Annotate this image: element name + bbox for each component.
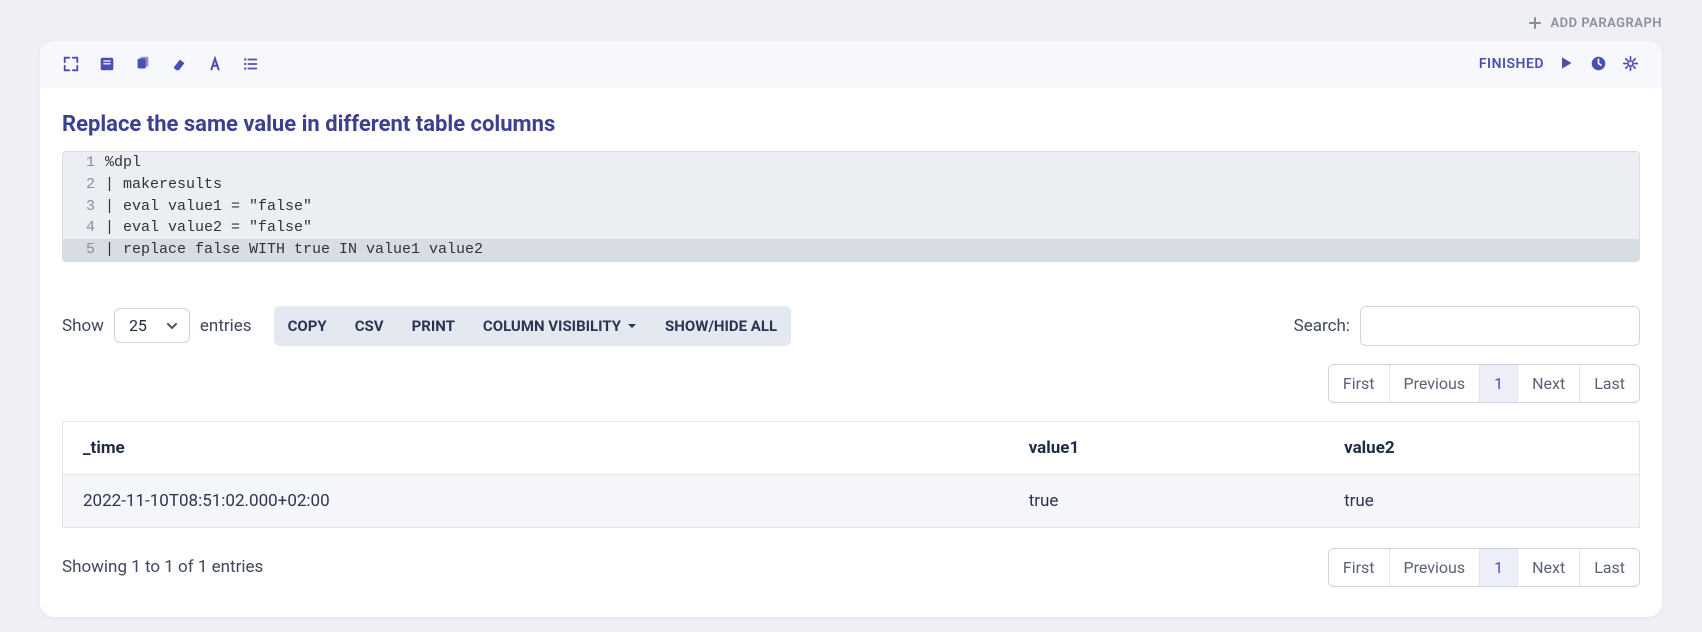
table-row: 2022-11-10T08:51:02.000+02:00 true true (63, 474, 1640, 527)
page-size-value: 25 (129, 316, 147, 335)
cell-value1: true (1009, 474, 1324, 527)
run-icon[interactable] (1558, 55, 1576, 73)
page-first[interactable]: First (1329, 549, 1389, 586)
col-value2[interactable]: value2 (1324, 421, 1639, 474)
copy-icon[interactable] (134, 55, 152, 73)
code-line: | makeresults (103, 174, 222, 196)
code-line: %dpl (103, 152, 141, 174)
page-prev[interactable]: Previous (1389, 365, 1480, 402)
caret-down-icon (627, 321, 637, 331)
page-size-select[interactable]: 25 (114, 308, 190, 343)
font-icon[interactable] (206, 55, 224, 73)
cell-value2: true (1324, 474, 1639, 527)
card-toolbar: FINISHED (40, 41, 1662, 88)
show-label: Show (62, 316, 104, 336)
print-button[interactable]: PRINT (398, 306, 469, 346)
code-line: | eval value1 = "false" (103, 196, 312, 218)
column-visibility-button[interactable]: COLUMN VISIBILITY (469, 306, 651, 346)
show-hide-all-button[interactable]: SHOW/HIDE ALL (651, 306, 791, 346)
clock-icon[interactable] (1590, 55, 1608, 73)
col-value1[interactable]: value1 (1009, 421, 1324, 474)
eraser-icon[interactable] (170, 55, 188, 73)
page-last[interactable]: Last (1579, 549, 1639, 586)
col-time[interactable]: _time (63, 421, 1009, 474)
page-number[interactable]: 1 (1479, 549, 1517, 586)
page-first[interactable]: First (1329, 365, 1389, 402)
page-number[interactable]: 1 (1479, 365, 1517, 402)
entries-label: entries (200, 316, 252, 336)
page-next[interactable]: Next (1517, 365, 1579, 402)
cell-title: Replace the same value in different tabl… (62, 112, 1640, 137)
page-prev[interactable]: Previous (1389, 549, 1480, 586)
page-next[interactable]: Next (1517, 549, 1579, 586)
results-table: _time value1 value2 2022-11-10T08:51:02.… (62, 421, 1640, 528)
table-header-row: _time value1 value2 (63, 421, 1640, 474)
pagination-top: First Previous 1 Next Last (1328, 364, 1640, 403)
add-paragraph-label: ADD PARAGRAPH (1550, 16, 1662, 31)
search-input[interactable] (1360, 306, 1640, 346)
csv-button[interactable]: CSV (341, 306, 398, 346)
chevron-down-icon (165, 319, 179, 333)
cell-time: 2022-11-10T08:51:02.000+02:00 (63, 474, 1009, 527)
list-icon[interactable] (242, 55, 260, 73)
code-line: | eval value2 = "false" (103, 217, 312, 239)
export-button-group: COPY CSV PRINT COLUMN VISIBILITY SHOW/HI… (274, 306, 792, 346)
add-paragraph-button[interactable]: ADD PARAGRAPH (40, 12, 1662, 41)
copy-button[interactable]: COPY (274, 306, 341, 346)
search-label: Search: (1294, 316, 1350, 336)
pagination-bottom: First Previous 1 Next Last (1328, 548, 1640, 587)
gear-icon[interactable] (1622, 55, 1640, 73)
book-icon[interactable] (98, 55, 116, 73)
expand-icon[interactable] (62, 55, 80, 73)
page-last[interactable]: Last (1579, 365, 1639, 402)
code-editor[interactable]: 1%dpl 2| makeresults 3| eval value1 = "f… (62, 151, 1640, 262)
code-line: | replace false WITH true IN value1 valu… (103, 239, 483, 261)
paragraph-status: FINISHED (1479, 56, 1544, 72)
plus-icon (1529, 17, 1541, 29)
paragraph-card: FINISHED Replace the same value in diffe… (40, 41, 1662, 617)
table-info: Showing 1 to 1 of 1 entries (62, 557, 263, 577)
